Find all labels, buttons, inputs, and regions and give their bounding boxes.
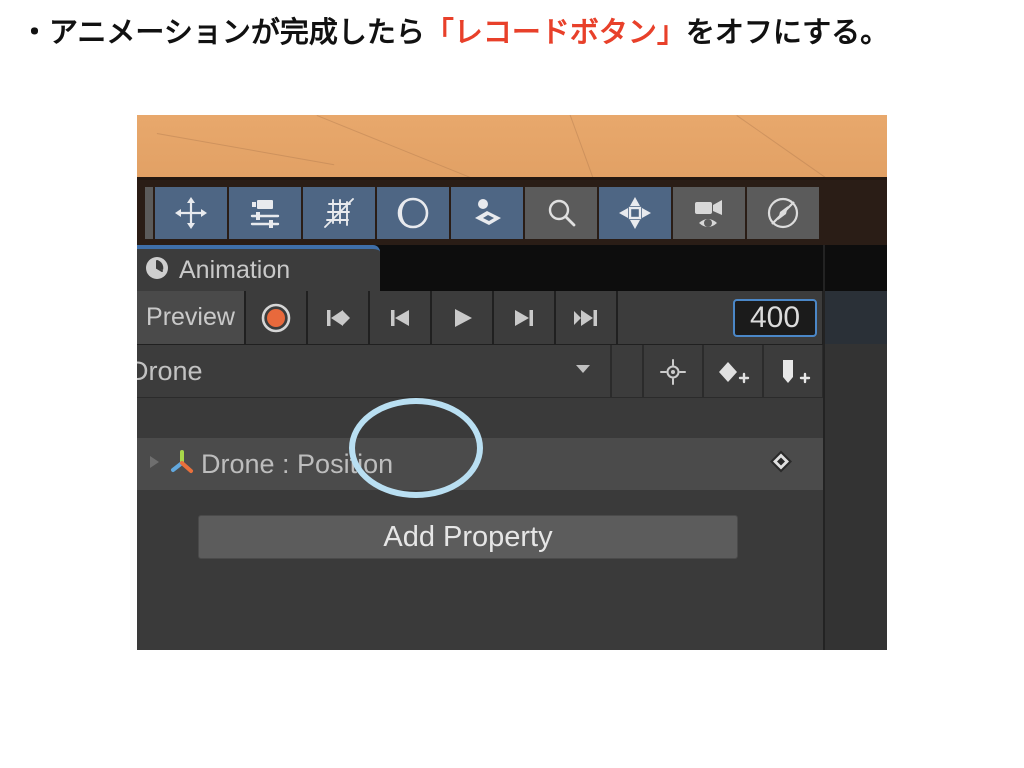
page-title: ・アニメーションが完成したら「レコードボタン」をオフにする。 <box>20 10 1004 56</box>
property-row-tail <box>824 438 887 490</box>
clip-selector-row: Drone <box>137 344 824 398</box>
caption-highlight: 「レコードボタン」 <box>425 17 686 49</box>
add-keyframe-icon[interactable] <box>704 345 764 398</box>
embedded-screenshot: Animation Preview <box>137 115 887 650</box>
diamond-keyframe-icon[interactable] <box>768 449 794 480</box>
add-event-icon[interactable] <box>764 345 824 398</box>
caption-part1: アニメーションが完成したら <box>49 17 425 49</box>
toolbar-left-stub <box>145 187 153 239</box>
jump-to-start-button[interactable] <box>308 291 370 344</box>
transport-bar: Preview <box>137 291 824 344</box>
timeline-spacer-row <box>137 397 824 440</box>
clip-row-tail <box>824 344 887 397</box>
next-keyframe-button[interactable] <box>494 291 556 344</box>
property-list-body: Add Property <box>137 490 824 650</box>
add-property-button[interactable]: Add Property <box>198 515 738 559</box>
property-row[interactable]: Drone : Position <box>137 438 824 490</box>
clip-name-label: Drone <box>137 356 203 387</box>
transport-bar-tail <box>824 291 887 344</box>
chevron-right-icon[interactable] <box>143 451 165 478</box>
tab-animation-label: Animation <box>179 256 290 285</box>
property-label: Drone : Position <box>201 449 393 480</box>
panel-vertical-divider[interactable] <box>823 245 825 650</box>
transform-axis-icon <box>167 447 197 482</box>
jump-to-end-button[interactable] <box>556 291 618 344</box>
play-button[interactable] <box>432 291 494 344</box>
audio-gizmo-icon[interactable] <box>451 187 523 239</box>
caption-part2: をオフにする。 <box>686 17 889 49</box>
chevron-down-icon[interactable] <box>570 355 596 388</box>
properties-tool-icon[interactable] <box>229 187 301 239</box>
frame-field-zone: 400 <box>618 291 824 344</box>
orientation-icon[interactable] <box>747 187 819 239</box>
caption-bullet: ・ <box>20 17 49 49</box>
preview-button[interactable]: Preview <box>137 291 246 344</box>
panel-tab-row: Animation <box>137 245 887 291</box>
pivot-center-icon[interactable] <box>599 187 671 239</box>
tab-animation[interactable]: Animation <box>137 245 380 291</box>
animation-panel: Animation Preview <box>137 245 887 650</box>
previous-keyframe-button[interactable] <box>370 291 432 344</box>
property-list-tail <box>824 490 887 650</box>
scene-toolbar <box>137 177 887 245</box>
grid-snap-icon[interactable] <box>303 187 375 239</box>
record-button[interactable] <box>246 291 308 344</box>
move-tool-icon[interactable] <box>155 187 227 239</box>
camera-preview-icon[interactable] <box>673 187 745 239</box>
frame-input[interactable]: 400 <box>733 299 817 337</box>
clock-icon <box>143 254 171 287</box>
clip-selector[interactable]: Drone <box>137 345 612 398</box>
surface-seam <box>157 133 334 165</box>
clip-row-gap <box>612 345 644 398</box>
timeline-spacer-tail <box>824 397 887 438</box>
search-icon[interactable] <box>525 187 597 239</box>
filter-by-selection-icon[interactable] <box>644 345 704 398</box>
lighting-icon[interactable] <box>377 187 449 239</box>
